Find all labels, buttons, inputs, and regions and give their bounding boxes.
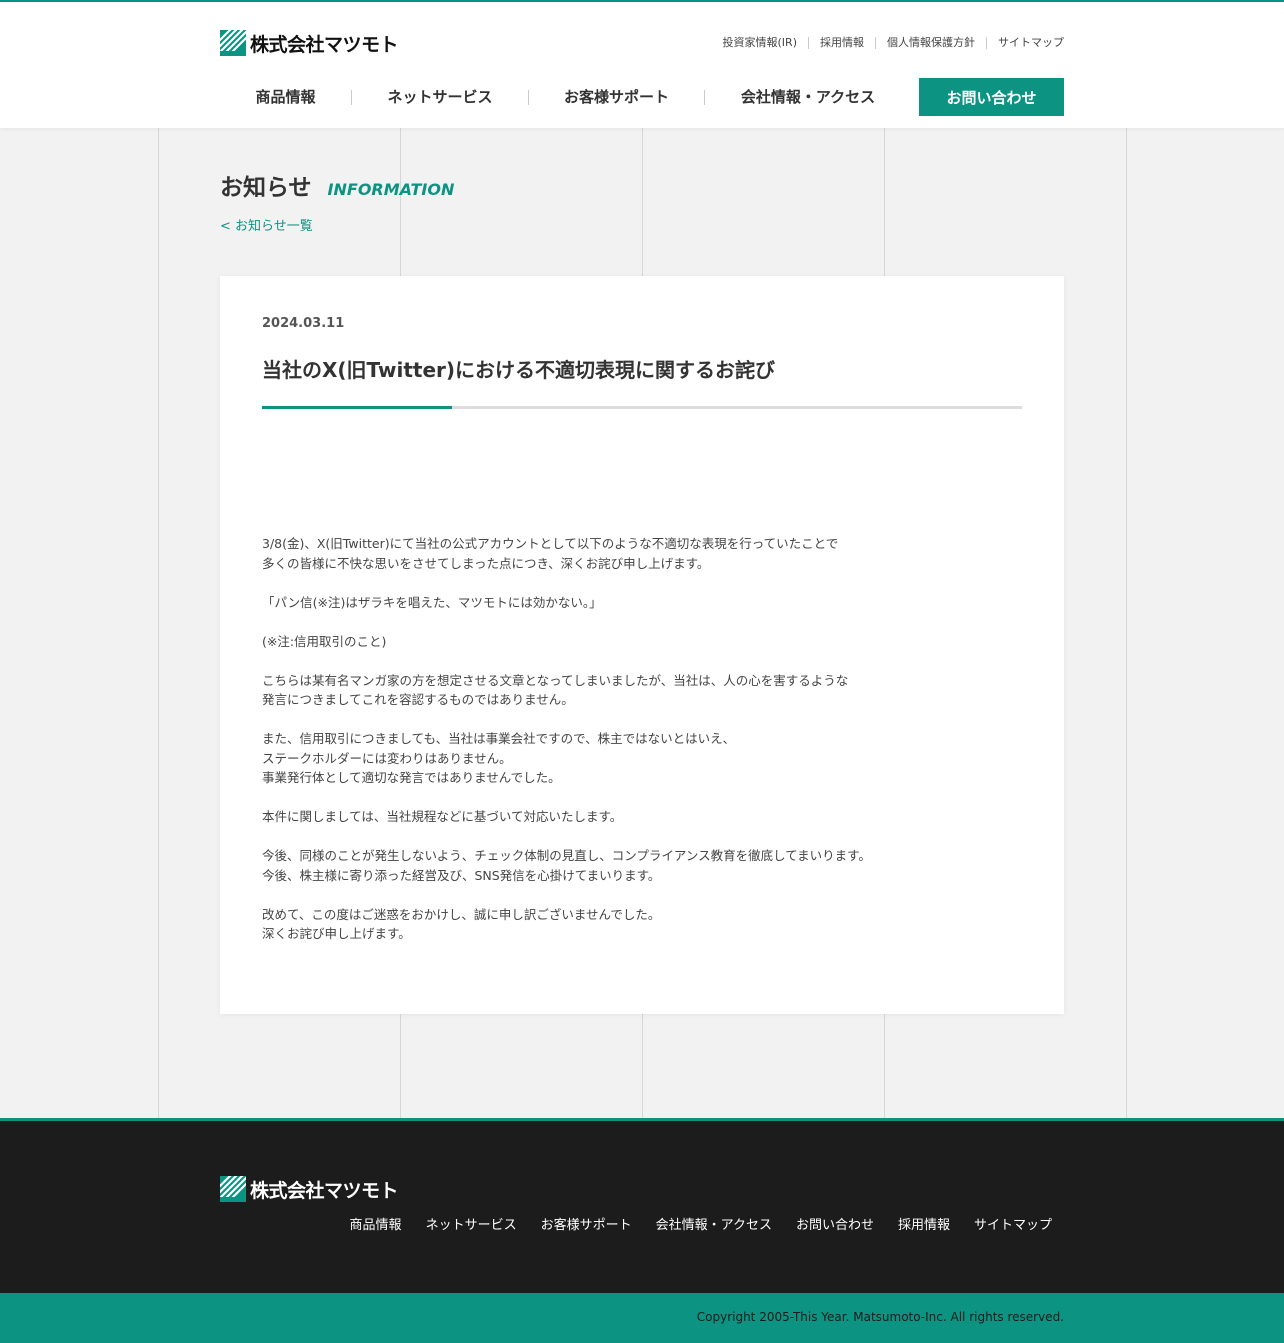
site-header: 株式会社マツモト 投資家情報(IR) 採用情報 個人情報保護方針 サイトマップ … — [0, 2, 1284, 128]
logo-wordmark: 株式会社マツモト — [250, 1179, 399, 1202]
nav-company-access[interactable]: 会社情報・アクセス — [704, 89, 911, 105]
page-heading: お知らせ INFORMATION — [220, 168, 454, 202]
logo-mark-icon — [220, 30, 246, 56]
body-line: こちらは某有名マンガ家の方を想定させる文章となってしまいましたが、当社は、人の心… — [262, 672, 849, 688]
utility-nav: 投資家情報(IR) 採用情報 個人情報保護方針 サイトマップ — [712, 37, 1064, 49]
body-line: 本件に関しましては、当社規程などに基づいて対応いたします。 — [262, 809, 623, 824]
body-line: 3/8(金)、X(旧Twitter)にて当社の公式アカウントとして以下のような不… — [262, 536, 839, 551]
footer-link-sitemap[interactable]: サイトマップ — [974, 1214, 1052, 1233]
post-title: 当社のX(旧Twitter)における不適切表現に関するお詫び — [262, 358, 776, 382]
body-line: ステークホルダーには変わりはありません。 — [262, 750, 512, 766]
bg-grid-line — [1126, 128, 1127, 1118]
body-line: 事業発行体として適切な発言ではありませんでした。 — [262, 770, 561, 785]
util-link-sitemap[interactable]: サイトマップ — [986, 37, 1064, 49]
page-title: お知らせ — [220, 175, 312, 201]
post-date: 2024.03.11 — [262, 316, 345, 331]
body-line: (※注:信用取引のこと) — [262, 633, 387, 649]
copyright-text: Copyright 2005-This Year. Matsumoto-Inc.… — [696, 1310, 1064, 1324]
body-line: 多くの皆様に不快な思いをさせてしまった点につき、深くお詫び申し上げます。 — [262, 555, 710, 571]
logo-wordmark: 株式会社マツモト — [250, 33, 399, 56]
page-subtitle: INFORMATION — [327, 180, 455, 199]
body-line: 「パン信(※注)はザラキを唱えた、マツモトには効かない。」 — [262, 594, 602, 610]
footer-link-recruit[interactable]: 採用情報 — [898, 1214, 950, 1233]
contact-button[interactable]: お問い合わせ — [919, 78, 1064, 116]
nav-customer-support[interactable]: お客様サポート — [528, 89, 704, 105]
back-to-list-link[interactable]: < お知らせ一覧 — [220, 215, 313, 234]
nav-products[interactable]: 商品情報 — [220, 89, 351, 105]
body-line: 今後、株主様に寄り添った経営及び、SNS発信を心掛けてまいります。 — [262, 867, 661, 883]
body-line: 深くお詫び申し上げます。 — [262, 926, 411, 941]
main-content: お知らせ INFORMATION < お知らせ一覧 2024.03.11 当社の… — [0, 128, 1284, 1118]
footer-link-contact[interactable]: お問い合わせ — [796, 1214, 874, 1233]
logo-mark-icon — [220, 1176, 246, 1202]
footer-link-company-access[interactable]: 会社情報・アクセス — [656, 1214, 772, 1233]
body-line: また、信用取引につきましても、当社は事業会社ですので、株主ではないとはいえ、 — [262, 731, 736, 746]
footer-link-products[interactable]: 商品情報 — [350, 1214, 402, 1233]
copyright-bar: Copyright 2005-This Year. Matsumoto-Inc.… — [0, 1293, 1284, 1343]
footer-link-customer-support[interactable]: お客様サポート — [541, 1214, 632, 1233]
footer-nav: 商品情報 ネットサービス お客様サポート 会社情報・アクセス お問い合わせ 採用… — [326, 1214, 1052, 1233]
title-divider — [262, 406, 1022, 409]
main-nav: 商品情報 ネットサービス お客様サポート 会社情報・アクセス お問い合わせ — [220, 78, 1064, 116]
post-card: 2024.03.11 当社のX(旧Twitter)における不適切表現に関するお詫… — [220, 276, 1064, 1014]
body-line: 改めて、この度はご迷惑をおかけし、誠に申し訳ございませんでした。 — [262, 906, 661, 922]
body-line: 今後、同様のことが発生しないよう、チェック体制の見直し、コンプライアンス教育を徹… — [262, 848, 871, 863]
bg-grid-line — [158, 128, 159, 1118]
company-logo[interactable]: 株式会社マツモト — [220, 30, 399, 56]
nav-net-services[interactable]: ネットサービス — [351, 89, 528, 105]
title-divider-accent — [262, 406, 452, 409]
util-link-ir[interactable]: 投資家情報(IR) — [712, 37, 808, 49]
util-link-recruit[interactable]: 採用情報 — [808, 37, 875, 49]
footer-company-logo[interactable]: 株式会社マツモト — [220, 1176, 399, 1202]
util-link-privacy[interactable]: 個人情報保護方針 — [875, 37, 986, 49]
footer-link-net-services[interactable]: ネットサービス — [426, 1214, 517, 1233]
site-footer: 株式会社マツモト 商品情報 ネットサービス お客様サポート 会社情報・アクセス … — [0, 1118, 1284, 1293]
post-body: 3/8(金)、X(旧Twitter)にて当社の公式アカウントとして以下のような不… — [262, 534, 1002, 944]
body-line: 発言につきましてこれを容認するものではありません。 — [262, 692, 574, 707]
